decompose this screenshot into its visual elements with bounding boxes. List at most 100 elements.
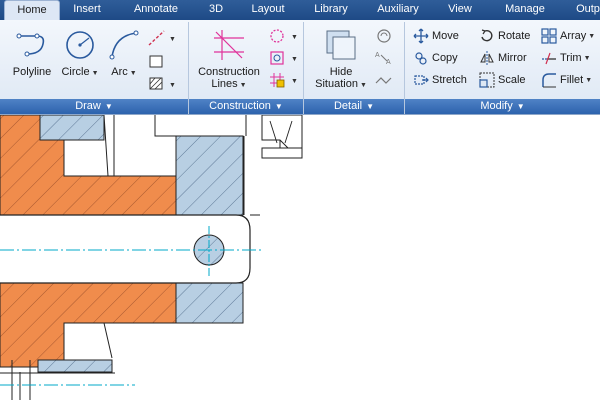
tab-library[interactable]: Library [306,0,356,20]
detail-group-label[interactable]: Detail ▼ [304,99,404,114]
tab-manage[interactable]: Manage [496,0,554,20]
modify-expand-icon[interactable]: ▼ [517,102,525,111]
stretch-button[interactable]: Stretch [413,70,467,90]
copy-button[interactable]: Copy [413,48,458,68]
construction-expand-icon[interactable]: ▼ [275,102,283,111]
arc-dropdown-icon[interactable]: ▼ [130,70,137,77]
mirror-label: Mirror [498,52,527,64]
arc-label: Arc ▼ [104,66,144,80]
move-label: Move [432,30,459,42]
detail-view-icon [377,29,391,43]
array-dropdown-icon[interactable]: ▼ [588,33,595,40]
stretch-label: Stretch [432,74,467,86]
arc-text: Arc [111,66,128,78]
polyline-icon [16,33,45,57]
line-tool-button[interactable]: ▼ [146,28,176,51]
rectangle-tool-button[interactable] [146,52,176,75]
dashed-line-icon: ▼ [148,30,176,46]
circle-label: Circle ▼ [58,66,102,80]
mirror-icon [480,51,494,65]
draw-group: Polyline Circle ▼ Arc ▼ ▼ ▼ Draw ▼ [0,22,189,114]
rotate-label: Rotate [498,30,531,42]
bushing-lower-bottom[interactable] [37,359,113,373]
tab-output[interactable]: Outp [568,0,600,20]
hide-situation-button[interactable]: Hide Situation ▼ [308,28,374,92]
bushing-lower[interactable] [175,282,244,324]
draw-expand-icon[interactable]: ▼ [105,102,113,111]
tab-annotate[interactable]: Annotate [124,0,188,20]
tab-insert[interactable]: Insert [62,0,112,20]
array-label: Array [560,30,587,42]
construction-group-label[interactable]: Construction ▼ [189,99,303,114]
construction-group-title: Construction [209,100,271,112]
modify-group-title: Modify [480,100,513,112]
tab-home[interactable]: Home [4,0,60,21]
construction-point-icon: ▼ [270,51,298,65]
bushing-upper-top[interactable] [39,115,105,141]
copy-icon [415,52,427,65]
hide-situation-text: Situation [315,78,358,90]
fillet-button[interactable]: Fillet ▼ [541,70,592,90]
drawing-canvas[interactable] [0,115,600,400]
fillet-label: Fillet [560,74,584,86]
fillet-icon [542,73,556,88]
construction-lines-dropdown-icon[interactable]: ▼ [240,82,247,89]
construction-lines-button[interactable]: Construction Lines ▼ [193,28,265,92]
detail-group: Hide Situation ▼ AA Detail ▼ [304,22,405,114]
circle-button[interactable]: Circle ▼ [58,28,102,80]
mirror-button[interactable]: Mirror [479,48,527,68]
scale-button[interactable]: Scale [479,70,526,90]
fillet-dropdown-icon[interactable]: ▼ [585,77,592,84]
modify-group-label[interactable]: Modify ▼ [405,99,600,114]
copy-label: Copy [432,52,458,64]
move-icon [413,28,429,44]
construction-lines-label-2: Lines ▼ [193,78,265,92]
scale-label: Scale [498,74,526,86]
svg-text:▼: ▼ [169,36,176,43]
rectangle-icon [149,55,163,68]
trim-button[interactable]: Trim ▼ [541,48,591,68]
trim-icon [542,52,556,65]
tab-auxiliary[interactable]: Auxiliary [370,0,426,20]
nut-base [261,147,303,159]
stretch-icon [414,75,429,85]
circle-text: Circle [61,66,90,78]
hatch-icon: ▼ [149,77,176,90]
ribbon-tab-bar: Home Insert Annotate 3D Layout Library A… [0,0,600,21]
construction-circle-button[interactable]: ▼ [267,26,299,49]
detail-view-button[interactable] [374,26,394,49]
tab-view[interactable]: View [442,0,478,20]
section-view-button[interactable]: AA [374,48,394,71]
section-view-icon: AA [375,52,391,66]
rotate-button[interactable]: Rotate [479,26,530,46]
polyline-label: Polyline [12,66,52,78]
tab-layout[interactable]: Layout [244,0,292,20]
array-button[interactable]: Array ▼ [541,26,595,46]
svg-text:▼: ▼ [291,56,298,63]
bushing-upper[interactable] [175,135,244,216]
trim-label: Trim [560,52,582,64]
hide-situation-dropdown-icon[interactable]: ▼ [360,82,367,89]
svg-text:▼: ▼ [169,82,176,89]
array-icon [541,28,557,44]
hatch-tool-button[interactable]: ▼ [146,74,176,97]
construction-lines-icon [214,30,244,60]
detail-group-title: Detail [333,100,363,112]
construction-point-button[interactable]: ▼ [267,48,299,71]
draw-group-title: Draw [75,100,101,112]
scale-icon [479,72,495,88]
move-button[interactable]: Move [413,26,459,46]
draw-group-label[interactable]: Draw ▼ [0,99,188,114]
detail-expand-icon[interactable]: ▼ [366,102,374,111]
arc-button[interactable]: Arc ▼ [104,28,144,80]
construction-circle-icon: ▼ [270,29,298,43]
construction-lines-label-1: Construction [198,66,260,78]
circle-dropdown-icon[interactable]: ▼ [92,70,99,77]
trim-dropdown-icon[interactable]: ▼ [584,55,591,62]
polyline-button[interactable]: Polyline [8,28,56,78]
break-view-button[interactable] [374,70,394,93]
tab-3d[interactable]: 3D [198,0,234,20]
hide-situation-icon [326,30,356,60]
hide-situation-label-2: Situation ▼ [308,78,374,92]
construction-lock-button[interactable]: ▼ [267,70,299,93]
